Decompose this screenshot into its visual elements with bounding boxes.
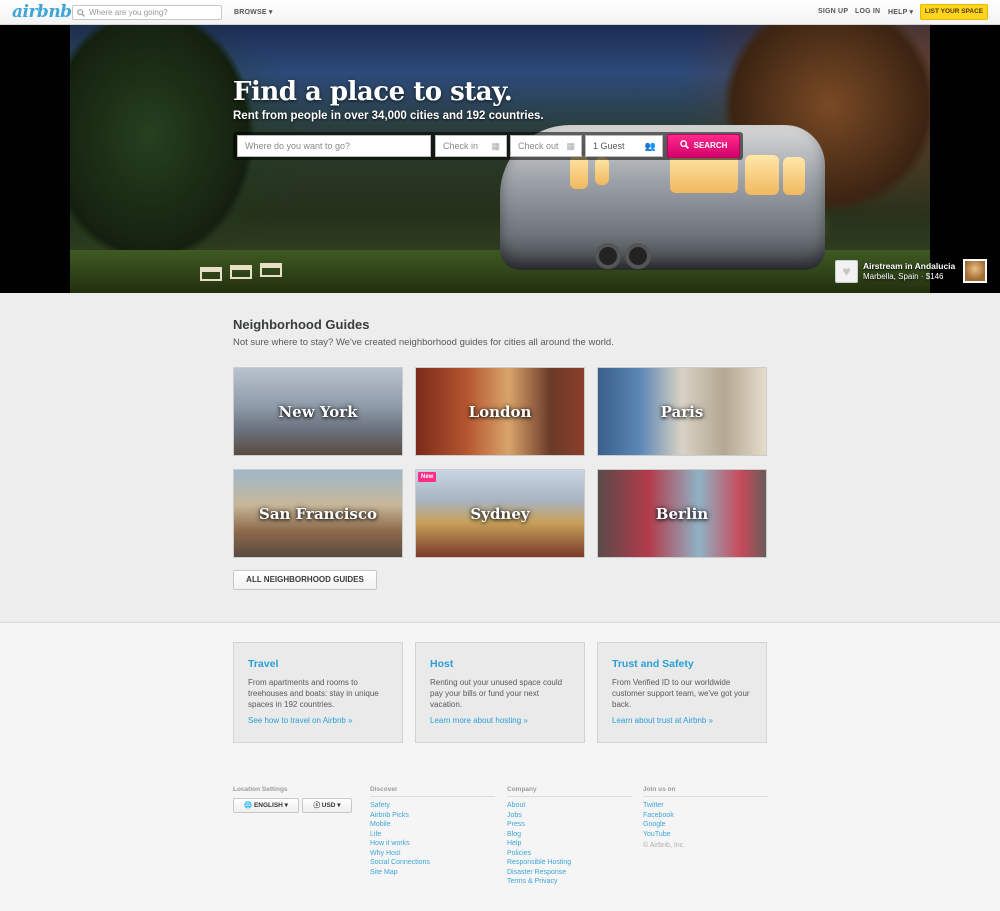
header-search-placeholder: Where are you going? <box>89 8 168 17</box>
card-title: Travel <box>248 658 279 670</box>
guide-tile-sydney[interactable]: New Sydney <box>415 469 585 558</box>
search-icon <box>679 140 689 150</box>
footer-link[interactable]: About <box>507 801 632 811</box>
list-your-space-button[interactable]: LIST YOUR SPACE <box>920 4 988 20</box>
guests-select[interactable]: 1 Guest 👥 <box>585 135 663 157</box>
listing-caption-subtitle: Marbella, Spain · $146 <box>863 272 944 281</box>
host-card: Host Renting out your unused space could… <box>415 642 585 743</box>
google-link[interactable]: Google <box>643 820 768 830</box>
copyright: © Airbnb, Inc. <box>643 842 686 849</box>
dollar-icon: ⓢ <box>313 802 320 809</box>
guide-city-label: Berlin <box>655 504 709 523</box>
footer-link[interactable]: Site Map <box>370 868 495 878</box>
footer-company: Company About Jobs Press Blog Help Polic… <box>507 786 632 887</box>
check-in-placeholder: Check in <box>443 141 479 151</box>
card-link[interactable]: Learn about trust at Airbnb » <box>612 716 752 725</box>
listing-caption[interactable]: ♥ Airstream in Andalucia Marbella, Spain… <box>835 259 990 285</box>
hero: Find a place to stay. Rent from people i… <box>0 25 1000 293</box>
card-link[interactable]: See how to travel on Airbnb » <box>248 716 388 725</box>
where-input[interactable]: Where do you want to go? <box>237 135 431 157</box>
globe-icon: 🌐 <box>244 802 253 809</box>
guests-value: 1 Guest <box>593 141 625 151</box>
footer-link[interactable]: Blog <box>507 830 632 840</box>
footer-link[interactable]: Help <box>507 839 632 849</box>
card-body: From Verified ID to our worldwide custom… <box>612 678 750 710</box>
search-button[interactable]: SEARCH <box>667 134 740 158</box>
currency-value: USD ▾ <box>321 802 341 809</box>
calendar-icon: ▦ <box>566 141 575 151</box>
guide-city-label: Paris <box>660 402 704 421</box>
search-button-label: SEARCH <box>693 141 728 150</box>
guide-tile-paris[interactable]: Paris <box>597 367 767 456</box>
card-title: Trust and Safety <box>612 658 694 670</box>
card-title: Host <box>430 658 454 670</box>
footer-discover: Discover Safety Airbnb Picks Mobile Life… <box>370 786 495 877</box>
footer-link[interactable]: Social Connections <box>370 858 495 868</box>
footer-link[interactable]: Press <box>507 820 632 830</box>
card-body: From apartments and rooms to treehouses … <box>248 678 379 710</box>
sign-up-link[interactable]: SIGN UP <box>818 8 848 15</box>
facebook-link[interactable]: Facebook <box>643 811 768 821</box>
currency-select[interactable]: ⓢ USD ▾ <box>302 798 352 813</box>
neighborhood-guides-section: Neighborhood Guides Not sure where to st… <box>0 293 1000 623</box>
card-link[interactable]: Learn more about hosting » <box>430 716 570 725</box>
footer-link[interactable]: Why Host <box>370 849 495 859</box>
guide-city-label: New York <box>278 402 358 421</box>
check-out-placeholder: Check out <box>518 141 559 151</box>
footer-link[interactable]: Life <box>370 830 495 840</box>
all-neighborhood-guides-button[interactable]: ALL NEIGHBORHOOD GUIDES <box>233 570 377 590</box>
guide-city-label: Sydney <box>470 504 530 523</box>
travel-card: Travel From apartments and rooms to tree… <box>233 642 403 743</box>
host-avatar[interactable] <box>963 259 987 283</box>
guide-tile-berlin[interactable]: Berlin <box>597 469 767 558</box>
location-settings-heading: Location Settings <box>233 786 288 793</box>
hero-title: Find a place to stay. <box>233 77 513 107</box>
footer-join-us: Join us on Twitter Facebook Google YouTu… <box>643 786 768 849</box>
company-heading: Company <box>507 786 632 797</box>
top-nav: airbnb Where are you going? BROWSE ▾ SIG… <box>0 0 1000 25</box>
card-body: Renting out your unused space could pay … <box>430 678 563 710</box>
browse-menu[interactable]: BROWSE ▾ <box>234 8 273 16</box>
guides-title: Neighborhood Guides <box>233 317 370 332</box>
guide-city-label: San Francisco <box>258 504 377 523</box>
footer-link[interactable]: Safety <box>370 801 495 811</box>
log-in-link[interactable]: LOG IN <box>855 8 880 15</box>
hero-subtitle: Rent from people in over 34,000 cities a… <box>233 110 544 122</box>
footer-link[interactable]: Mobile <box>370 820 495 830</box>
twitter-link[interactable]: Twitter <box>643 801 768 811</box>
trust-safety-card: Trust and Safety From Verified ID to our… <box>597 642 767 743</box>
guide-city-label: London <box>468 402 532 421</box>
youtube-link[interactable]: YouTube <box>643 830 768 840</box>
discover-heading: Discover <box>370 786 495 797</box>
footer-link[interactable]: Policies <box>507 849 632 859</box>
hero-search-bar: Where do you want to go? Check in ▦ Chec… <box>233 132 743 160</box>
check-out-input[interactable]: Check out ▦ <box>510 135 582 157</box>
help-menu[interactable]: HELP ▾ <box>888 8 913 16</box>
join-us-heading: Join us on <box>643 786 768 797</box>
guides-subtitle: Not sure where to stay? We've created ne… <box>233 337 614 348</box>
people-icon: 👥 <box>644 141 656 151</box>
guide-tile-san-francisco[interactable]: San Francisco <box>233 469 403 558</box>
footer-link[interactable]: Jobs <box>507 811 632 821</box>
footer-link[interactable]: Airbnb Picks <box>370 811 495 821</box>
footer-link[interactable]: How it works <box>370 839 495 849</box>
guide-tile-london[interactable]: London <box>415 367 585 456</box>
search-icon <box>77 8 85 21</box>
footer-link[interactable]: Responsible Hosting <box>507 858 632 868</box>
language-value: ENGLISH ▾ <box>253 802 288 809</box>
footer-link[interactable]: Terms & Privacy <box>507 877 632 887</box>
language-select[interactable]: 🌐 ENGLISH ▾ <box>233 798 299 813</box>
footer-link[interactable]: Disaster Response <box>507 868 632 878</box>
calendar-icon: ▦ <box>491 141 500 151</box>
heart-icon[interactable]: ♥ <box>835 260 858 283</box>
guide-tile-new-york[interactable]: New York <box>233 367 403 456</box>
airbnb-logo[interactable]: airbnb <box>12 2 72 22</box>
listing-caption-title[interactable]: Airstream in Andalucia <box>863 261 955 271</box>
header-search-input[interactable]: Where are you going? <box>72 5 222 20</box>
check-in-input[interactable]: Check in ▦ <box>435 135 507 157</box>
